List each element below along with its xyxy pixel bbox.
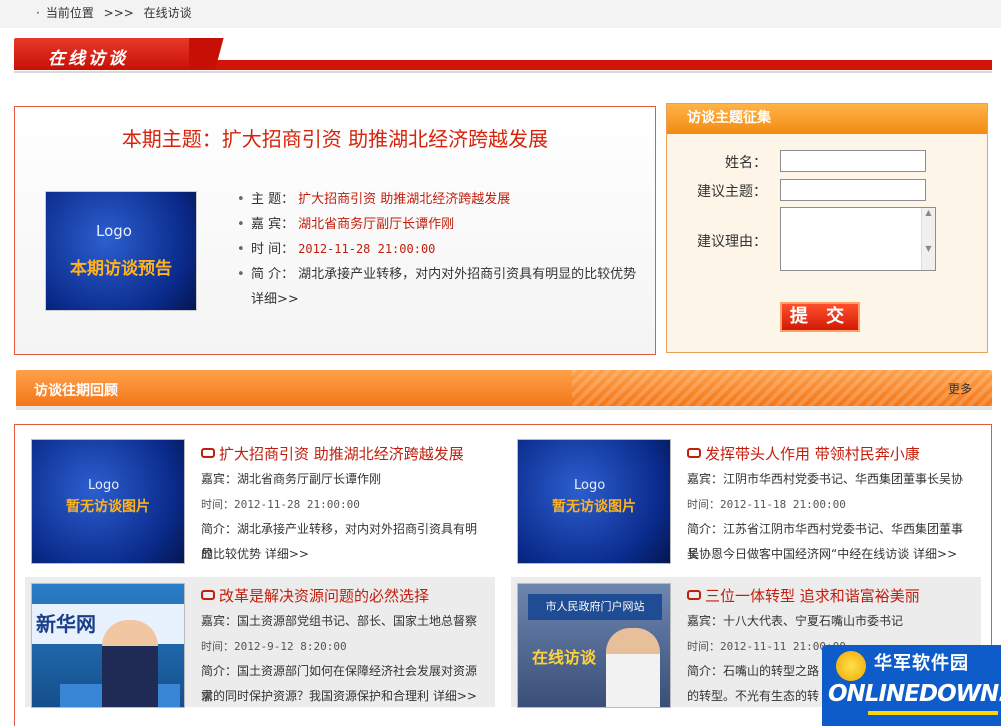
reason-textarea[interactable]: ▲ ▼ xyxy=(780,207,936,271)
watermark-cn: 华军软件园 xyxy=(874,653,969,674)
interview-title-link[interactable]: 三位一体转型 追求和谐富裕美丽 xyxy=(687,585,920,606)
interview-time: 时间：2012-11-28 21:00:00 xyxy=(201,498,360,511)
name-input[interactable] xyxy=(780,150,926,172)
breadcrumb: · 当前位置 >>> 在线访谈 xyxy=(0,0,1001,28)
interview-thumbnail[interactable]: 市人民政府门户网站 在线访谈 xyxy=(517,583,671,708)
current-topic-panel: 本期主题：扩大招商引资 助推湖北经济跨越发展 Logo 本期访谈预告 主 题：扩… xyxy=(14,106,656,355)
interview-intro-more[interactable]: 求的同时保护资源？我国资源保护和合理利 详细>> xyxy=(201,684,485,709)
interview-time: 时间：2012-11-18 21:00:00 xyxy=(687,498,846,511)
reason-label: 建议理由： xyxy=(697,234,767,250)
interview-thumbnail[interactable]: Logo 暂无访谈图片 xyxy=(31,439,185,564)
list-item: Logo 暂无访谈图片 扩大招商引资 助推湖北经济跨越发展 嘉宾：湖北省商务厅副… xyxy=(15,425,485,564)
poster-caption: 本期访谈预告 xyxy=(70,259,172,279)
past-interviews-bar: 访谈往期回顾 更多 xyxy=(16,370,992,410)
topic-input[interactable] xyxy=(780,179,926,201)
interview-title-link[interactable]: 发挥带头人作用 带领村民奔小康 xyxy=(687,443,920,464)
current-topic-heading[interactable]: 本期主题：扩大招商引资 助推湖北经济跨越发展 xyxy=(15,123,655,152)
section-banner: 在线访谈 xyxy=(14,38,992,73)
form-header: 访谈主题征集 xyxy=(667,104,987,134)
submit-button[interactable]: 提 交 xyxy=(780,302,860,332)
topic-meta-intro: 简 介：湖北承接产业转移，对内对外招商引资具有明显的比较优势 详细>> xyxy=(237,262,647,312)
globe-icon xyxy=(836,651,866,681)
interview-guest: 嘉宾：十八大代表、宁夏石嘴山市委书记 xyxy=(687,614,904,628)
topic-detail-link[interactable]: 详细>> xyxy=(251,292,299,307)
topic-suggestion-form: 访谈主题征集 姓名： 建议主题： 建议理由： ▲ ▼ 提 交 xyxy=(666,103,988,353)
list-item: 新华网 改革是解决资源问题的必然选择 嘉宾：国土资源部党组书记、部长、国家土地总… xyxy=(25,577,495,709)
topic-meta-time: 时 间：2012-11-28 21:00:00 xyxy=(237,237,647,262)
video-icon xyxy=(201,590,215,600)
interview-guest: 嘉宾：江阴市华西村党委书记、华西集团董事长吴协 xyxy=(687,472,964,486)
interview-thumbnail[interactable]: Logo 暂无访谈图片 xyxy=(517,439,671,564)
video-icon xyxy=(687,590,701,600)
interview-title-link[interactable]: 扩大招商引资 助推湖北经济跨越发展 xyxy=(201,443,464,464)
breadcrumb-label: 当前位置 xyxy=(45,6,94,20)
topic-subject-link[interactable]: 扩大招商引资 助推湖北经济跨越发展 xyxy=(298,192,510,207)
onlinedown-watermark: 华军软件园 ONLINEDOWN.net xyxy=(822,645,1001,726)
poster-logo-text: Logo xyxy=(96,222,132,240)
interview-title-link[interactable]: 改革是解决资源问题的必然选择 xyxy=(201,585,429,606)
past-interviews-title: 访谈往期回顾 xyxy=(34,383,118,399)
interview-guest: 嘉宾：湖北省商务厅副厅长谭作刚 xyxy=(201,472,382,486)
video-icon xyxy=(687,448,701,458)
interview-guest: 嘉宾：国土资源部党组书记、部长、国家土地总督察 xyxy=(201,614,478,628)
section-title: 在线访谈 xyxy=(48,49,128,69)
topic-meta-guest: 嘉 宾：湖北省商务厅副厅长谭作刚 xyxy=(237,212,647,237)
interview-intro-more[interactable]: 的比较优势 详细>> xyxy=(201,542,485,567)
scrollbar[interactable]: ▲ ▼ xyxy=(921,208,935,270)
interview-time: 时间：2012-9-12 8:20:00 xyxy=(201,640,347,653)
more-link[interactable]: 更多 xyxy=(948,380,972,397)
breadcrumb-separator: >>> xyxy=(103,6,134,20)
video-icon xyxy=(201,448,215,458)
topic-meta-subject: 主 题：扩大招商引资 助推湖北经济跨越发展 xyxy=(237,187,647,212)
topic-label: 建议主题： xyxy=(697,184,767,200)
interview-intro-more[interactable]: 吴协恩今日做客中国经济网“中经在线访谈 详细>> xyxy=(687,542,971,567)
topic-meta-list: 主 题：扩大招商引资 助推湖北经济跨越发展 嘉 宾：湖北省商务厅副厅长谭作刚 时… xyxy=(237,187,647,312)
topic-poster-image[interactable]: Logo 本期访谈预告 xyxy=(45,191,197,311)
watermark-en: ONLINEDOWN.net xyxy=(828,681,1001,707)
list-item: Logo 暂无访谈图片 发挥带头人作用 带领村民奔小康 嘉宾：江阴市华西村党委书… xyxy=(501,425,971,564)
breadcrumb-current[interactable]: 在线访谈 xyxy=(144,6,192,20)
interview-thumbnail[interactable]: 新华网 xyxy=(31,583,185,708)
name-label: 姓名： xyxy=(725,155,767,171)
